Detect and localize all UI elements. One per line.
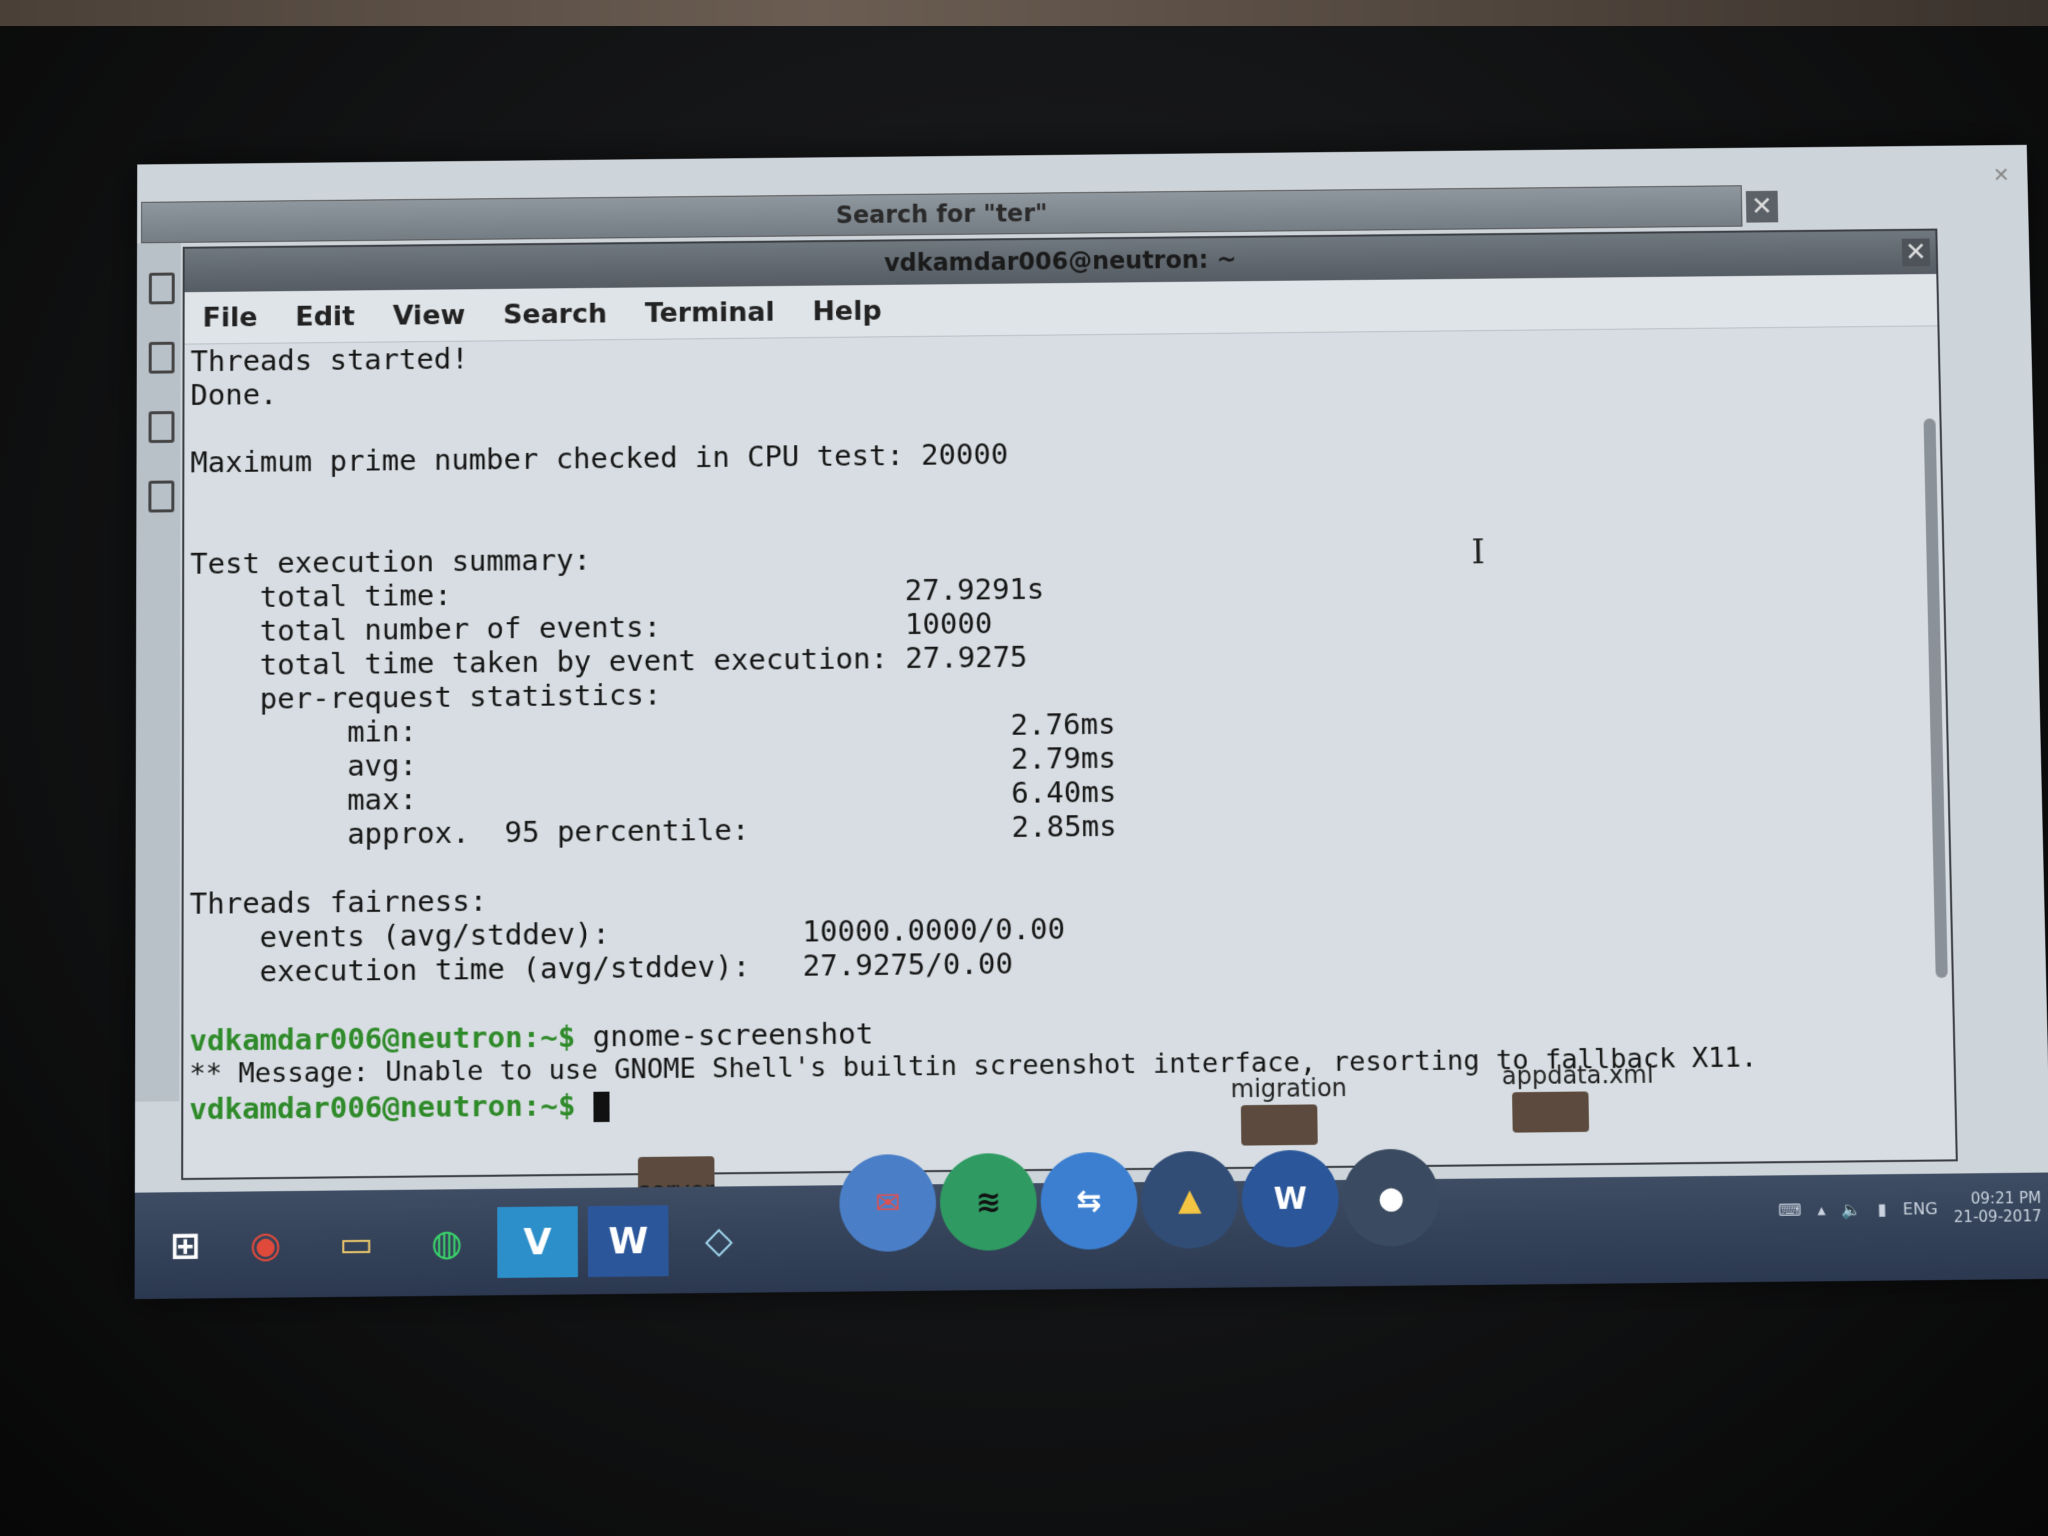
file-manager-sidebar: [135, 243, 181, 1102]
output-line: Test execution summary:: [190, 543, 591, 581]
desktop-label-appdata[interactable]: appdata.xml: [1502, 1060, 1654, 1090]
output-line: Done.: [190, 377, 277, 412]
windows-start-icon[interactable]: ⊞: [145, 1210, 226, 1282]
tray-expand-icon[interactable]: ▴: [1817, 1200, 1825, 1219]
output-line: per-request statistics:: [190, 678, 661, 717]
terminal-close-button[interactable]: ✕: [1902, 238, 1930, 266]
github-icon[interactable]: ●: [1342, 1149, 1440, 1247]
language-indicator[interactable]: ENG: [1903, 1198, 1938, 1218]
output-line: execution time (avg/stddev): 27.9275/0.0…: [190, 946, 1014, 989]
terminal-output[interactable]: Threads started! Done. Maximum prime num…: [183, 326, 1953, 1057]
keyboard-icon[interactable]: ⌨: [1778, 1200, 1802, 1219]
file-explorer-icon[interactable]: ▭: [316, 1208, 397, 1280]
output-line: Threads started!: [190, 342, 468, 379]
spotify-dock-icon[interactable]: ≋: [940, 1153, 1038, 1251]
taskbar: ⊞ ◉ ▭ ◍ V W ◇ ✉ ≋ ⇆ ▲ W ● ⌨ ▴ 🔈 ▮ ENG 09…: [135, 1172, 2048, 1299]
clock-date: 21-09-2017: [1954, 1207, 2042, 1226]
menu-edit[interactable]: Edit: [295, 301, 355, 332]
text-cursor: [593, 1092, 609, 1122]
search-window-title: Search for "ter": [836, 199, 1048, 229]
menu-search[interactable]: Search: [503, 298, 607, 330]
menu-terminal[interactable]: Terminal: [645, 296, 775, 328]
vc-app-icon[interactable]: V: [497, 1206, 578, 1278]
home-icon[interactable]: [149, 273, 175, 305]
command-text: gnome-screenshot: [575, 1016, 873, 1053]
trash-icon[interactable]: [149, 342, 175, 374]
desk-surface: [0, 0, 2048, 26]
output-line: Maximum prime number checked in CPU test…: [190, 437, 1008, 479]
volume-icon[interactable]: 🔈: [1841, 1199, 1861, 1218]
active-prompt-line: vdkamdar006@neutron:~$: [189, 1088, 609, 1127]
clock-time: 09:21 PM: [1953, 1189, 2041, 1208]
shell-prompt: vdkamdar006@neutron:~$: [189, 1088, 575, 1126]
drive-icon[interactable]: [149, 411, 175, 443]
terminal-title: vdkamdar006@neutron: ~: [884, 246, 1237, 277]
menu-file[interactable]: File: [202, 302, 257, 333]
gmail-icon[interactable]: ✉: [839, 1154, 936, 1252]
folder-icon[interactable]: [1241, 1104, 1318, 1145]
ibeam-cursor-icon: I: [1471, 532, 1485, 572]
shell-prompt: vdkamdar006@neutron:~$: [189, 1019, 575, 1057]
desktop-label-migration[interactable]: migration: [1230, 1074, 1347, 1103]
spotify-icon[interactable]: ◍: [407, 1207, 488, 1279]
battery-icon[interactable]: ▮: [1878, 1199, 1887, 1218]
file-icon[interactable]: [1512, 1091, 1589, 1132]
close-icon[interactable]: ✕: [1993, 163, 2010, 187]
word-dock-icon[interactable]: W: [1241, 1150, 1339, 1248]
menu-help[interactable]: Help: [812, 295, 881, 326]
notes-app-icon[interactable]: ◇: [678, 1204, 759, 1276]
drive-dock-icon[interactable]: ▲: [1141, 1151, 1239, 1249]
word-icon[interactable]: W: [588, 1205, 669, 1277]
sync-icon[interactable]: ⇆: [1040, 1152, 1138, 1250]
screen: ✕ Search for "ter" ✕ vdkamdar006@neutron…: [135, 145, 2048, 1299]
clock[interactable]: 09:21 PM 21-09-2017: [1953, 1189, 2042, 1226]
device-icon[interactable]: [148, 480, 174, 512]
search-window-close-button[interactable]: ✕: [1746, 191, 1778, 223]
output-line: Threads fairness:: [190, 884, 488, 921]
chrome-icon[interactable]: ◉: [225, 1209, 306, 1281]
menu-view[interactable]: View: [393, 300, 466, 331]
terminal-window: vdkamdar006@neutron: ~ ✕ File Edit View …: [181, 229, 1958, 1180]
system-tray: ⌨ ▴ 🔈 ▮ ENG 09:21 PM 21-09-2017: [1778, 1189, 2042, 1228]
